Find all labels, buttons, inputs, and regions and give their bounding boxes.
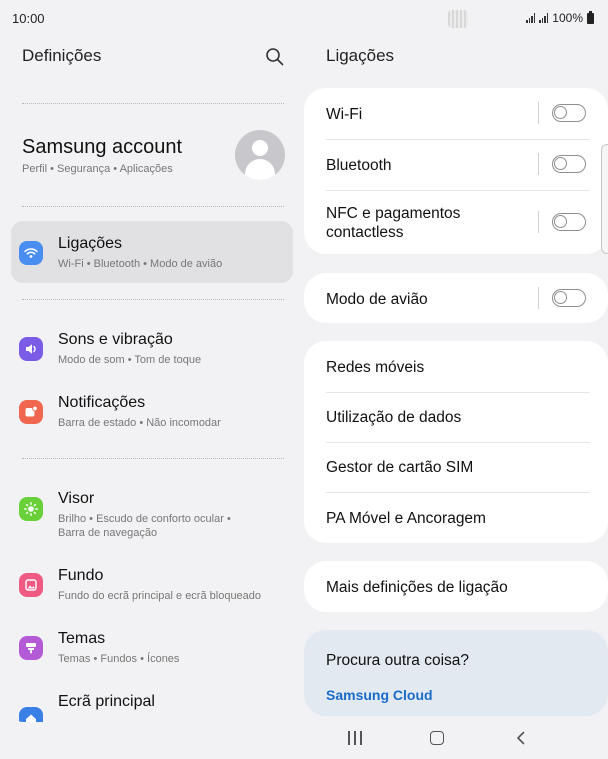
- suggestions-card: Procura outra coisa? Samsung Cloud: [304, 630, 608, 716]
- divider: [538, 153, 539, 175]
- sidebar-item-subtitle: Wi-Fi • Bluetooth • Modo de avião: [58, 258, 223, 270]
- divider: [538, 102, 539, 124]
- person-icon[interactable]: [235, 130, 285, 180]
- notification-icon: [19, 400, 43, 424]
- sidebar-item-subtitle: Temas • Fundos • Ícones: [58, 653, 180, 665]
- network-card: Redes móveis Utilização de dados Gestor …: [304, 341, 608, 543]
- hotspot-tethering-row[interactable]: PA Móvel e Ancoragem: [326, 492, 590, 543]
- row-label: Bluetooth: [326, 157, 392, 174]
- data-usage-row[interactable]: Utilização de dados: [326, 392, 590, 442]
- volume-icon: [19, 337, 43, 361]
- divider: [22, 299, 284, 300]
- sidebar-item-ecra-principal[interactable]: Ecrã principal: [11, 679, 293, 722]
- sidebar-item-notificacoes[interactable]: Notificações Barra de estado • Não incom…: [11, 380, 293, 442]
- sun-icon: [19, 497, 43, 521]
- sidebar-item-subtitle: Barra de estado • Não incomodar: [58, 417, 221, 429]
- more-connection-settings-row[interactable]: Mais definições de ligação: [326, 561, 590, 612]
- divider: [22, 206, 284, 207]
- sidebar-item-sons-e-vibracao[interactable]: Sons e vibração Modo de som • Tom de toq…: [11, 317, 293, 379]
- row-label: PA Móvel e Ancoragem: [326, 510, 486, 527]
- nfc-row[interactable]: NFC e pagamentos contactless: [326, 190, 590, 254]
- battery-icon: [587, 10, 594, 24]
- scrollbar[interactable]: [601, 144, 608, 254]
- account-subtitle: Perfil • Segurança • Aplicações: [22, 163, 173, 175]
- sidebar-item-label: Fundo: [58, 567, 104, 584]
- settings-list-pane: Definições Samsung account Perfil • Segu…: [0, 36, 304, 726]
- sim-manager-row[interactable]: Gestor de cartão SIM: [326, 442, 590, 492]
- page-title: Definições: [22, 46, 102, 65]
- row-label: Redes móveis: [326, 359, 425, 376]
- sidebar-item-label: Visor: [58, 490, 95, 507]
- signal-icon: [526, 13, 536, 23]
- home-icon[interactable]: [430, 731, 444, 745]
- airplane-mode-toggle[interactable]: [552, 289, 586, 307]
- signal-icon: [539, 13, 549, 23]
- more-settings-card: Mais definições de ligação: [304, 561, 608, 612]
- divider: [538, 211, 539, 233]
- image-icon: [19, 573, 43, 597]
- back-icon[interactable]: [512, 729, 530, 747]
- sidebar-item-label: Sons e vibração: [58, 331, 173, 348]
- home-icon: [19, 707, 43, 722]
- divider: [538, 287, 539, 309]
- sidebar-item-label: Ligações: [58, 235, 123, 252]
- row-label: NFC e pagamentos contactless: [326, 205, 461, 241]
- connections-card: Wi-Fi Bluetooth NFC e pagamentos contact…: [304, 88, 608, 254]
- mobile-networks-row[interactable]: Redes móveis: [326, 341, 590, 392]
- divider: [22, 103, 284, 104]
- status-indicators: 100%: [526, 10, 594, 25]
- airplane-card: Modo de avião: [304, 273, 608, 323]
- bluetooth-row[interactable]: Bluetooth: [326, 139, 590, 190]
- samsung-cloud-link[interactable]: Samsung Cloud: [326, 687, 433, 703]
- airplane-mode-row[interactable]: Modo de avião: [326, 273, 590, 323]
- status-time: 10:00: [12, 11, 45, 26]
- connections-detail-pane: Ligações Wi-Fi Bluetooth NFC e pagamento…: [304, 36, 608, 726]
- row-label: Mais definições de ligação: [326, 579, 508, 596]
- sidebar-item-ligacoes[interactable]: Ligações Wi-Fi • Bluetooth • Modo de avi…: [11, 221, 293, 283]
- brush-icon: [19, 636, 43, 660]
- search-icon[interactable]: [264, 46, 286, 68]
- sidebar-item-subtitle: Fundo do ecrã principal e ecrã bloqueado: [58, 590, 262, 602]
- sidebar-item-subtitle: Modo de som • Tom de toque: [58, 354, 202, 366]
- row-label: Utilização de dados: [326, 409, 462, 426]
- row-label: Modo de avião: [326, 291, 428, 308]
- navigation-bar: [304, 726, 608, 759]
- sidebar-item-fundo[interactable]: Fundo Fundo do ecrã principal e ecrã blo…: [11, 553, 293, 615]
- bluetooth-toggle[interactable]: [552, 155, 586, 173]
- sidebar-item-label: Temas: [58, 630, 106, 647]
- recent-apps-icon[interactable]: [348, 731, 362, 745]
- status-bar: 10:00 100%: [0, 0, 608, 36]
- row-label: Wi-Fi: [326, 106, 363, 123]
- sidebar-item-temas[interactable]: Temas Temas • Fundos • Ícones: [11, 616, 293, 678]
- wifi-row[interactable]: Wi-Fi: [326, 88, 590, 139]
- wifi-toggle[interactable]: [552, 104, 586, 122]
- camera-cutout-icon: [448, 10, 468, 28]
- account-name: Samsung account: [22, 136, 183, 158]
- nfc-toggle[interactable]: [552, 213, 586, 231]
- sidebar-item-label: Notificações: [58, 394, 146, 411]
- sidebar-item-subtitle: Brilho • Escudo de conforto ocular • Bar…: [58, 513, 231, 539]
- battery-percentage: 100%: [552, 11, 583, 25]
- row-label: Gestor de cartão SIM: [326, 459, 474, 476]
- detail-title: Ligações: [326, 46, 395, 65]
- wifi-icon: [19, 241, 43, 265]
- sidebar-item-visor[interactable]: Visor Brilho • Escudo de conforto ocular…: [11, 476, 293, 539]
- sidebar-item-label: Ecrã principal: [58, 693, 155, 710]
- divider: [22, 458, 284, 459]
- suggestions-title: Procura outra coisa?: [326, 652, 470, 669]
